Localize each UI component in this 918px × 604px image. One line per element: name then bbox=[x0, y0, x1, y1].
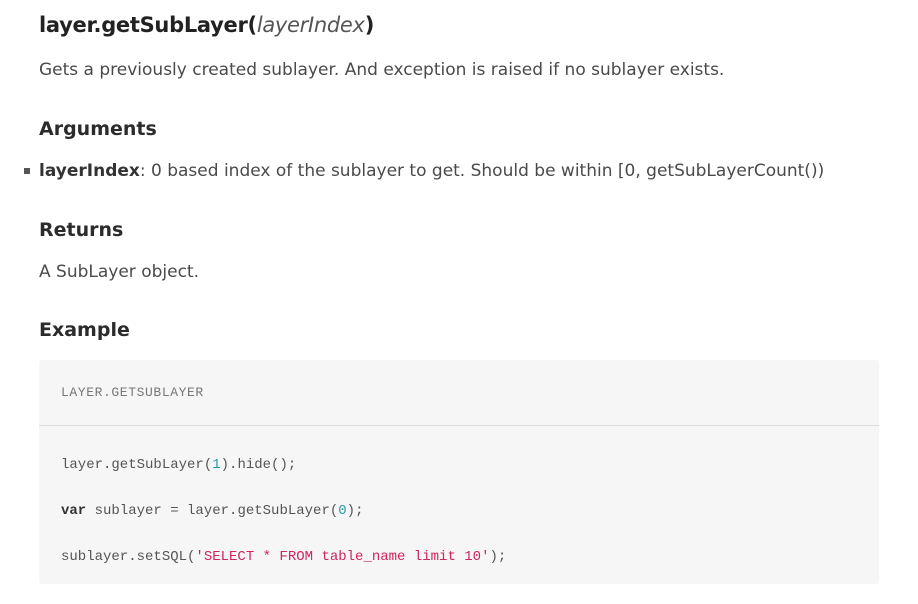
argument-description: : 0 based index of the sublayer to get. … bbox=[139, 161, 825, 181]
code-body: layer.getSubLayer(1).hide(); var sublaye… bbox=[39, 426, 879, 569]
code-number: 1 bbox=[212, 457, 221, 473]
code-text: ); bbox=[346, 503, 364, 519]
code-line: layer.getSubLayer(1).hide(); bbox=[61, 454, 879, 477]
method-close: ) bbox=[364, 13, 375, 37]
arguments-heading: Arguments bbox=[39, 118, 157, 140]
code-label: LAYER.GETSUBLAYER bbox=[39, 360, 879, 426]
argument-name: layerIndex bbox=[39, 161, 140, 181]
argument-item: layerIndex: 0 based index of the sublaye… bbox=[24, 161, 824, 181]
returns-heading: Returns bbox=[39, 219, 124, 241]
code-example: LAYER.GETSUBLAYER layer.getSubLayer(1).h… bbox=[39, 360, 879, 584]
method-title: layer.getSubLayer(layerIndex) bbox=[39, 13, 374, 37]
code-text: sublayer = layer.getSubLayer( bbox=[86, 503, 339, 519]
doc-page: layer.getSubLayer(layerIndex) Gets a pre… bbox=[0, 0, 918, 604]
code-line: sublayer.setSQL('SELECT * FROM table_nam… bbox=[61, 546, 879, 569]
method-description: Gets a previously created sublayer. And … bbox=[39, 60, 725, 80]
code-string: 'SELECT * FROM table_name limit 10' bbox=[195, 549, 490, 565]
arguments-list: layerIndex: 0 based index of the sublaye… bbox=[24, 161, 824, 181]
code-line: var sublayer = layer.getSubLayer(0); bbox=[61, 500, 879, 523]
code-text: ).hide(); bbox=[220, 457, 297, 473]
code-text: ); bbox=[489, 549, 507, 565]
example-heading: Example bbox=[39, 319, 130, 341]
method-name: layer.getSubLayer( bbox=[39, 13, 257, 37]
code-text: layer.getSubLayer( bbox=[61, 457, 213, 473]
code-text: sublayer.setSQL( bbox=[61, 549, 196, 565]
returns-text: A SubLayer object. bbox=[39, 262, 199, 282]
method-param: layerIndex bbox=[256, 13, 365, 37]
code-number: 0 bbox=[338, 503, 347, 519]
code-keyword: var bbox=[61, 503, 87, 519]
bullet-icon bbox=[24, 168, 30, 174]
